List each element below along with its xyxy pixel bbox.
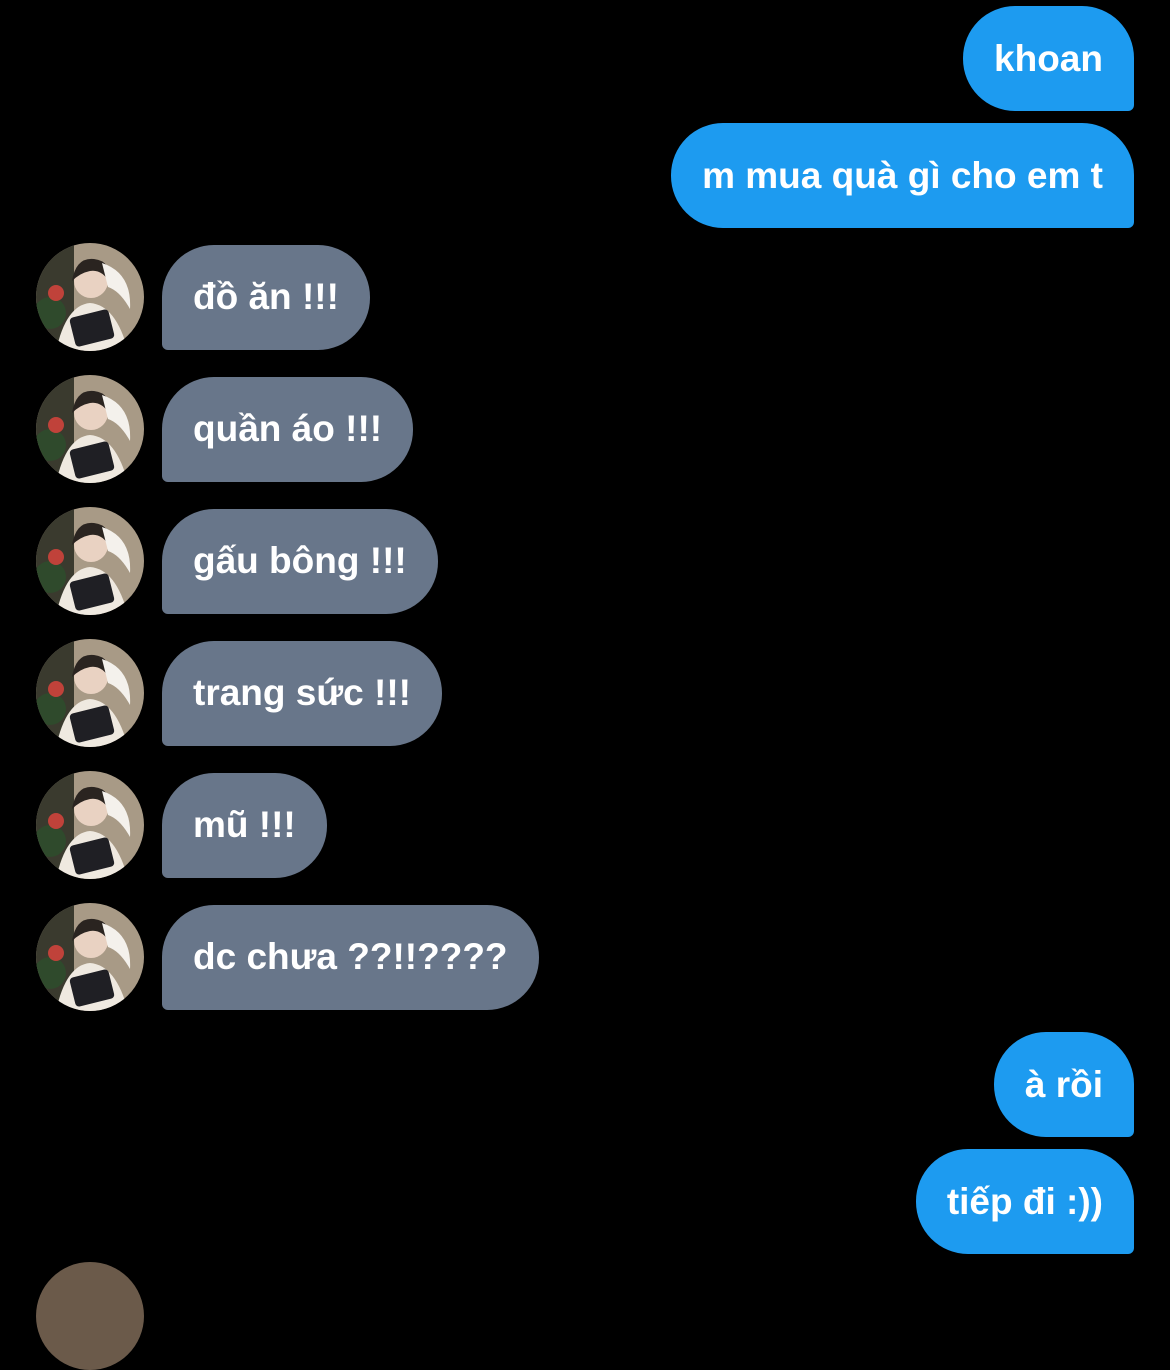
incoming-message-bubble[interactable]: mũ !!!	[162, 772, 327, 878]
avatar[interactable]	[36, 243, 144, 351]
profile-photo-avatar-icon	[36, 903, 144, 1011]
incoming-message-bubble[interactable]: dc chưa ??!!????	[162, 904, 539, 1010]
incoming-message-bubble[interactable]: quần áo !!!	[162, 376, 414, 482]
profile-photo-avatar-icon	[36, 507, 144, 615]
message-row-incoming: quần áo !!!	[36, 375, 414, 483]
message-row-incoming: gấu bông !!!	[36, 507, 438, 615]
avatar[interactable]	[36, 507, 144, 615]
avatar[interactable]	[36, 903, 144, 1011]
profile-photo-avatar-icon	[36, 375, 144, 483]
avatar[interactable]	[36, 375, 144, 483]
chat-thread: khoan m mua quà gì cho em t đồ ăn !!! qu…	[0, 0, 1170, 1370]
profile-photo-avatar-icon	[36, 243, 144, 351]
message-row-outgoing: tiếp đi :))	[915, 1149, 1134, 1254]
outgoing-message-bubble[interactable]: tiếp đi :))	[915, 1149, 1134, 1254]
avatar[interactable]	[36, 1262, 144, 1370]
profile-photo-avatar-icon	[36, 639, 144, 747]
incoming-message-bubble[interactable]: đồ ăn !!!	[162, 244, 370, 350]
message-row-incoming: mũ !!!	[36, 771, 327, 879]
avatar[interactable]	[36, 639, 144, 747]
outgoing-message-bubble[interactable]: khoan	[963, 6, 1134, 111]
message-row-incoming: đồ ăn !!!	[36, 243, 370, 351]
incoming-message-bubble[interactable]: gấu bông !!!	[162, 508, 438, 614]
message-row-incoming: dc chưa ??!!????	[36, 903, 539, 1011]
message-row-outgoing: m mua quà gì cho em t	[671, 123, 1134, 228]
message-row-incoming: trang sức !!!	[36, 639, 442, 747]
message-row-outgoing: à rồi	[993, 1032, 1134, 1137]
message-row-outgoing: khoan	[963, 6, 1134, 111]
outgoing-message-bubble[interactable]: m mua quà gì cho em t	[671, 123, 1134, 228]
incoming-message-bubble[interactable]: trang sức !!!	[162, 640, 442, 746]
outgoing-message-bubble[interactable]: à rồi	[993, 1032, 1134, 1137]
profile-photo-avatar-icon	[36, 771, 144, 879]
avatar[interactable]	[36, 771, 144, 879]
